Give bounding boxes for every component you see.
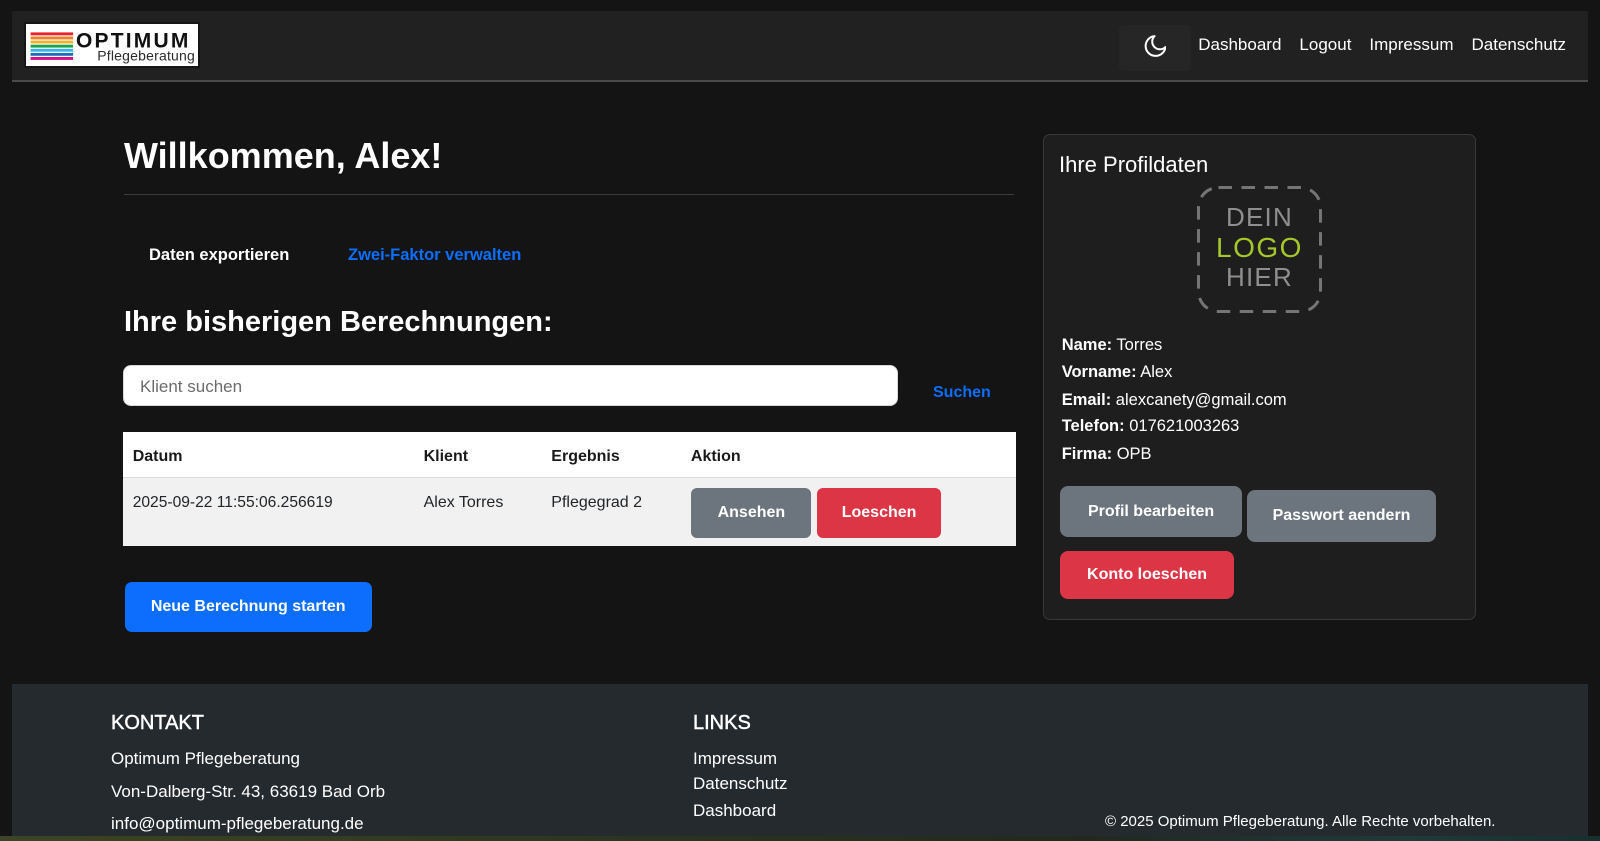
svg-text:Pflegeberatung: Pflegeberatung bbox=[97, 47, 195, 63]
